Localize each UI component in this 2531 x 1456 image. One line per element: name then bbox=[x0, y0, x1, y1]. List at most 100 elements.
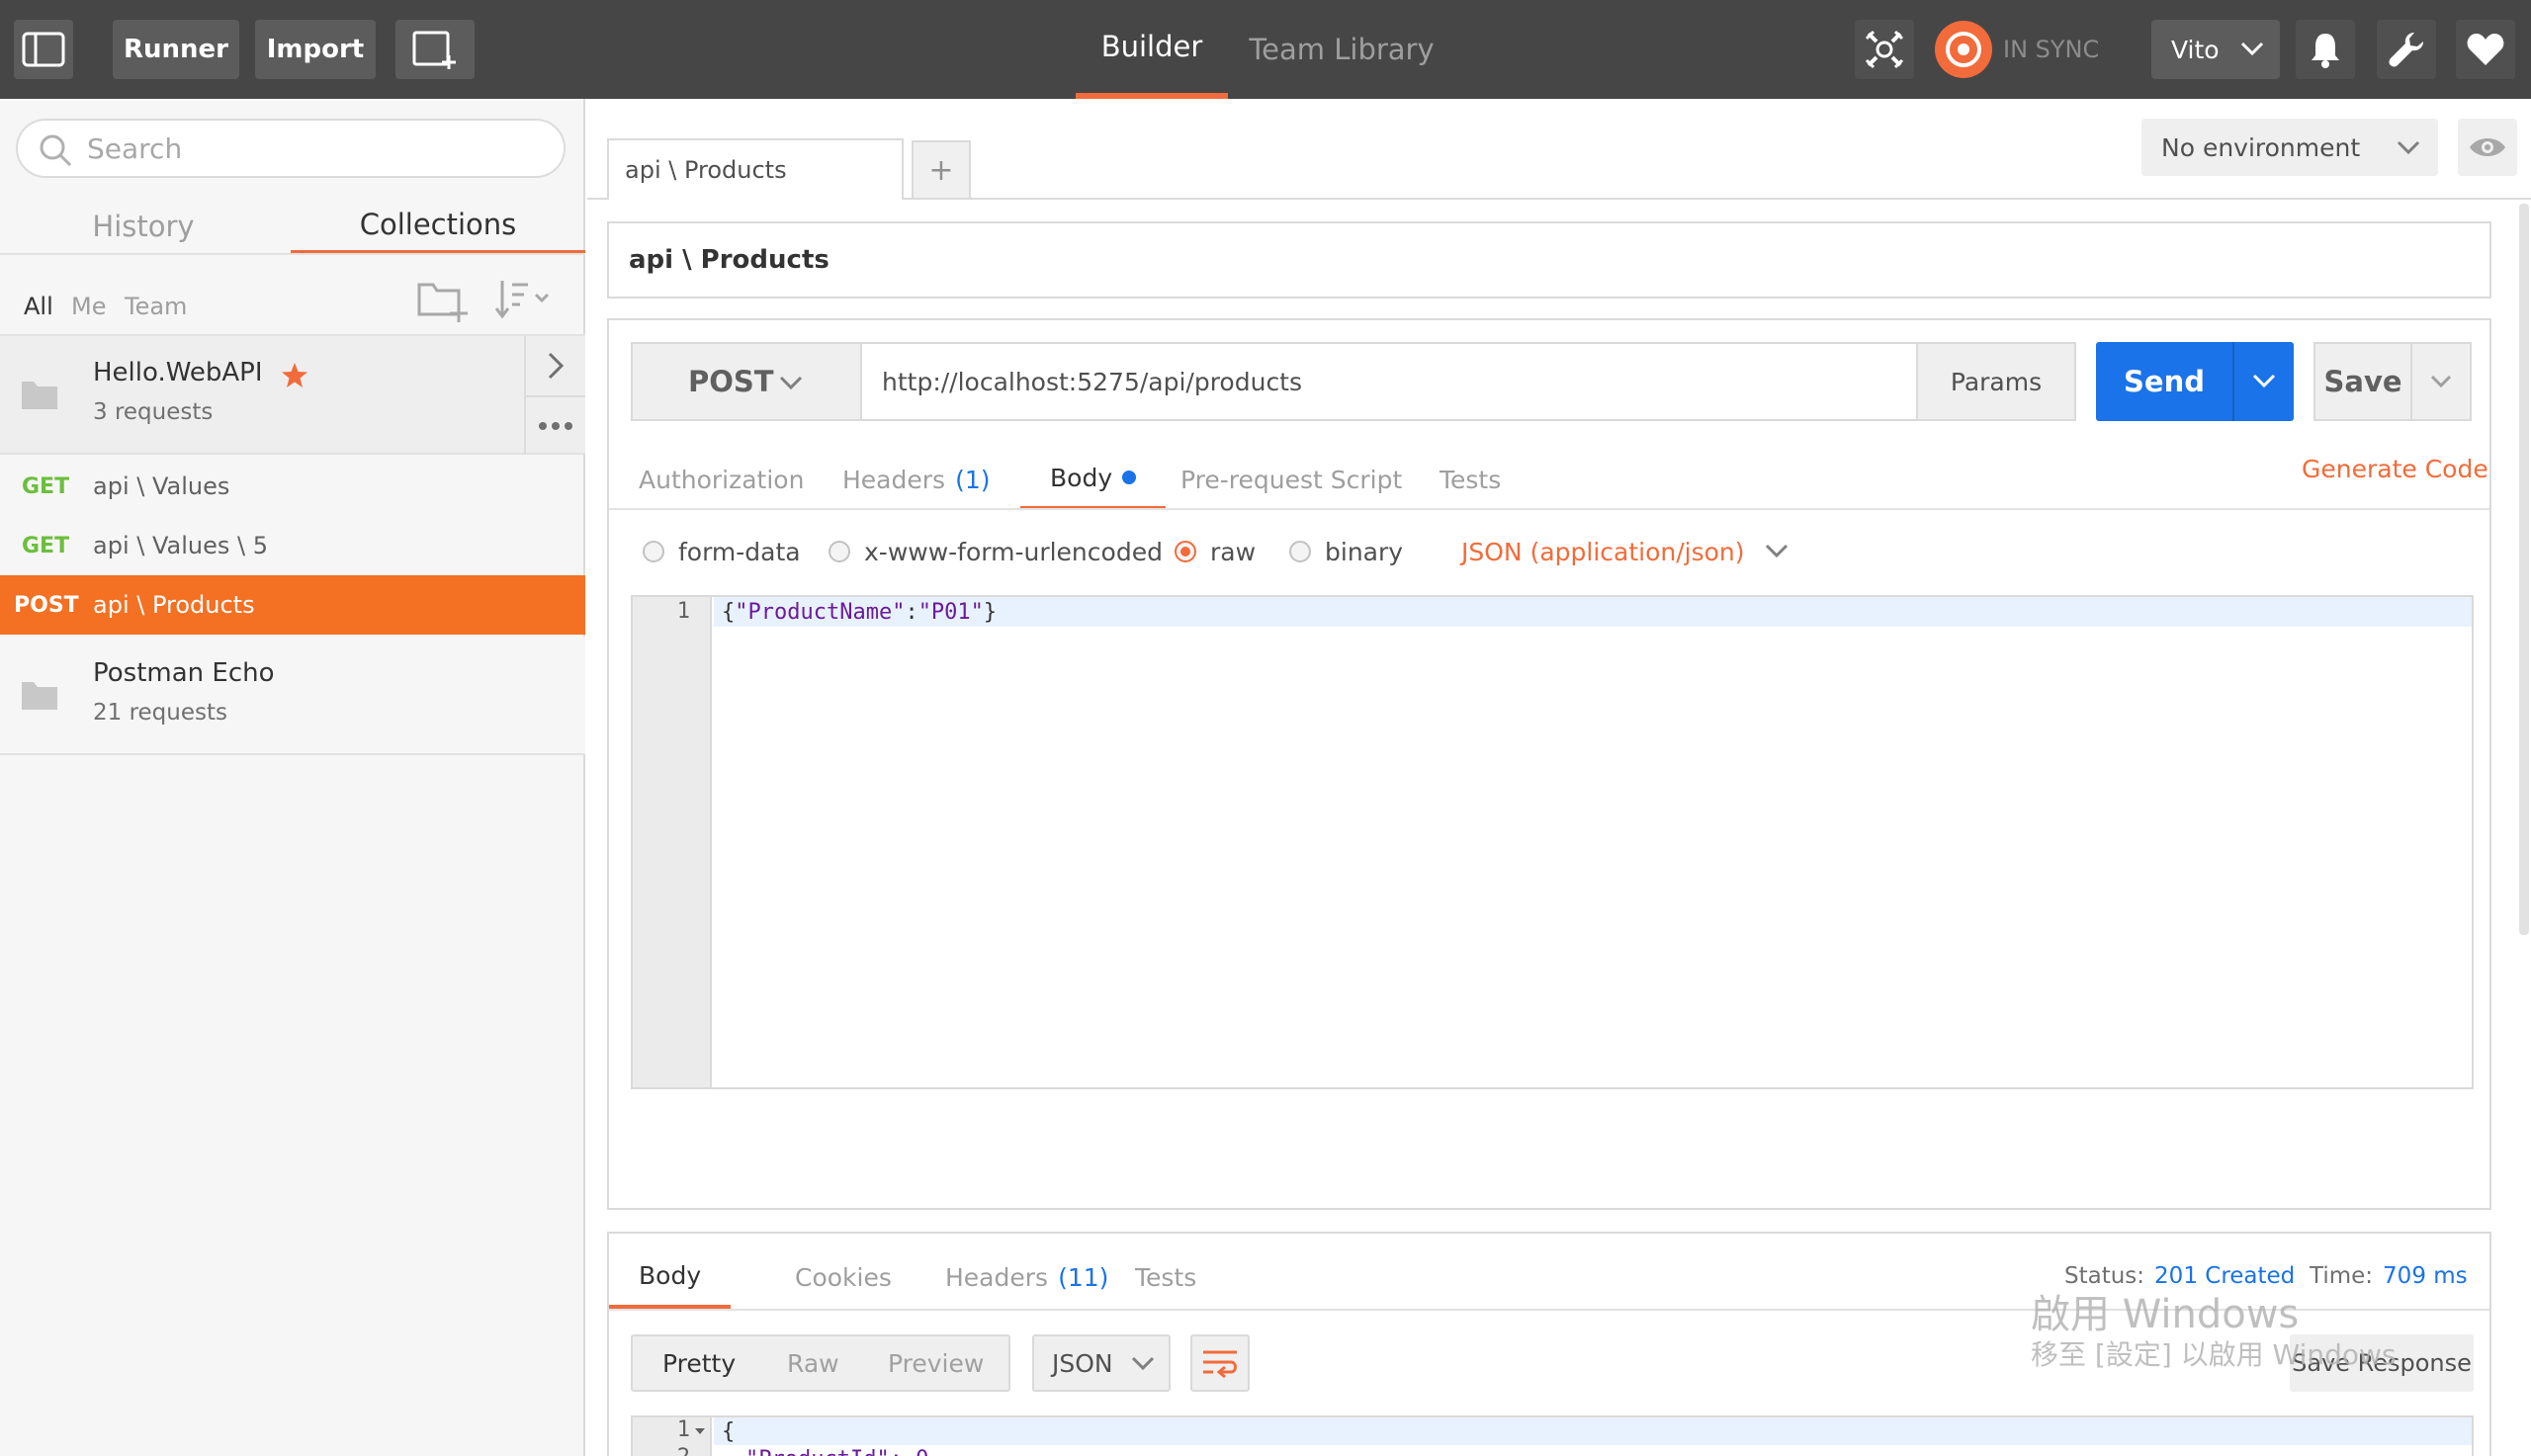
favorite-button[interactable] bbox=[2456, 20, 2515, 79]
collection-more-button[interactable] bbox=[526, 397, 585, 455]
send-button[interactable]: Send bbox=[2096, 342, 2232, 421]
response-editor[interactable]: 1 2 { "ProductId": 0, bbox=[631, 1415, 2474, 1456]
code-brace: } bbox=[983, 599, 998, 625]
code-brace: { bbox=[722, 599, 736, 625]
headers-count: (11) bbox=[1058, 1262, 1109, 1292]
method-select[interactable]: POST bbox=[631, 342, 860, 421]
collection-hello-webapi[interactable]: Hello.WebAPI 3 requests bbox=[0, 336, 585, 455]
notifications-button[interactable] bbox=[2296, 20, 2355, 79]
tab-label: Body bbox=[1050, 463, 1113, 492]
response-tab-headers[interactable]: Headers (11) bbox=[945, 1245, 1108, 1309]
radio-label: raw bbox=[1210, 537, 1257, 566]
save-options-button[interactable] bbox=[2410, 342, 2472, 421]
new-collection-button[interactable] bbox=[415, 275, 471, 330]
view-raw[interactable]: Raw bbox=[787, 1336, 839, 1390]
request-builder: POST http://localhost:5275/api/products … bbox=[607, 318, 2491, 1210]
runner-button[interactable]: Runner bbox=[113, 20, 239, 79]
chevron-right-icon bbox=[548, 352, 565, 380]
import-button[interactable]: Import bbox=[255, 20, 376, 79]
environment-value: No environment bbox=[2161, 132, 2361, 162]
code-line: "ProductId": 0, bbox=[745, 1445, 942, 1456]
fold-arrow-icon[interactable] bbox=[694, 1427, 706, 1435]
sync-icon bbox=[1935, 21, 1992, 78]
tab-headers[interactable]: Headers (1) bbox=[842, 449, 990, 510]
new-tab-button[interactable] bbox=[395, 20, 475, 79]
filter-all[interactable]: All bbox=[24, 287, 53, 326]
code-value: "P01" bbox=[917, 599, 984, 625]
response-time: Time: 709 ms bbox=[2310, 1263, 2468, 1289]
user-menu[interactable]: Vito bbox=[2151, 20, 2280, 79]
request-get-values[interactable]: GET api \ Values bbox=[0, 457, 585, 516]
response-tab-tests[interactable]: Tests bbox=[1135, 1245, 1196, 1309]
params-button[interactable]: Params bbox=[1916, 342, 2076, 421]
new-window-icon bbox=[412, 31, 456, 69]
radio-urlencoded[interactable]: x-www-form-urlencoded bbox=[829, 532, 1163, 571]
sidebar-toggle-button[interactable] bbox=[14, 20, 73, 79]
sync-button[interactable] bbox=[1934, 20, 1993, 79]
search-input[interactable]: Search bbox=[16, 119, 566, 178]
save-button[interactable]: Save bbox=[2313, 342, 2410, 421]
response-tab-body[interactable]: Body bbox=[609, 1245, 732, 1309]
filter-team[interactable]: Team bbox=[125, 287, 187, 326]
watermark-line-2: 移至 [設定] 以啟用 Windows bbox=[2031, 1338, 2397, 1371]
view-preview[interactable]: Preview bbox=[888, 1336, 984, 1390]
request-name: api \ Values bbox=[93, 472, 230, 500]
request-name-header[interactable]: api \ Products bbox=[607, 221, 2491, 299]
collection-postman-echo[interactable]: Postman Echo 21 requests bbox=[0, 637, 585, 755]
expand-collection-button[interactable] bbox=[526, 336, 585, 395]
tab-collections[interactable]: Collections bbox=[291, 198, 585, 255]
code-key: "ProductId": 0, bbox=[745, 1447, 942, 1456]
windows-activation-watermark: 啟用 Windows 移至 [設定] 以啟用 Windows bbox=[2031, 1291, 2397, 1372]
tab-pre-request-script[interactable]: Pre-request Script bbox=[1180, 449, 1402, 510]
sort-icon bbox=[494, 281, 550, 319]
content-type-select[interactable]: JSON (application/json) bbox=[1461, 532, 1789, 571]
settings-button[interactable] bbox=[2377, 20, 2436, 79]
request-get-values-5[interactable]: GET api \ Values \ 5 bbox=[0, 516, 585, 575]
main-scrollbar[interactable] bbox=[2519, 204, 2529, 935]
generate-code-link[interactable]: Generate Code bbox=[2302, 455, 2488, 483]
radio-form-data[interactable]: form-data bbox=[643, 532, 801, 571]
radio-raw[interactable]: raw bbox=[1175, 532, 1256, 571]
sort-button[interactable] bbox=[494, 277, 554, 326]
environment-select[interactable]: No environment bbox=[2141, 119, 2438, 176]
request-tab[interactable]: api \ Products bbox=[607, 138, 904, 200]
url-input[interactable]: http://localhost:5275/api/products bbox=[860, 342, 1918, 421]
environment-quick-look-button[interactable] bbox=[2458, 119, 2517, 176]
filter-me[interactable]: Me bbox=[71, 287, 106, 326]
collection-count: 3 requests bbox=[93, 399, 214, 425]
radio-binary[interactable]: binary bbox=[1289, 532, 1403, 571]
tab-team-library[interactable]: Team Library bbox=[1248, 0, 1436, 99]
response-format-select[interactable]: JSON bbox=[1032, 1334, 1171, 1392]
request-name: api \ Values \ 5 bbox=[93, 532, 268, 559]
view-pretty[interactable]: Pretty bbox=[662, 1336, 736, 1390]
tab-label: Authorization bbox=[639, 465, 805, 494]
interceptor-button[interactable] bbox=[1855, 20, 1914, 79]
wrap-lines-button[interactable] bbox=[1190, 1334, 1250, 1392]
editor-gutter: 1 bbox=[633, 597, 712, 1087]
satellite-icon bbox=[1865, 30, 1904, 69]
request-method: POST bbox=[14, 592, 79, 618]
main-panel: api \ Products + No environment api \ Pr… bbox=[587, 99, 2531, 1456]
request-name: api \ Products bbox=[93, 591, 255, 619]
active-line-highlight bbox=[714, 1417, 2472, 1445]
radio-circle bbox=[643, 541, 664, 562]
collection-name: Postman Echo bbox=[93, 658, 275, 688]
body-editor[interactable]: 1 { "ProductName" : "P01" } bbox=[631, 595, 2474, 1089]
headers-count: (1) bbox=[955, 465, 991, 494]
tab-authorization[interactable]: Authorization bbox=[639, 449, 804, 510]
star-icon[interactable] bbox=[281, 362, 308, 389]
tab-builder[interactable]: Builder bbox=[1076, 0, 1228, 99]
code-key: "ProductName" bbox=[735, 599, 906, 625]
send-options-button[interactable] bbox=[2232, 342, 2294, 421]
tab-tests[interactable]: Tests bbox=[1440, 449, 1501, 510]
add-tab-button[interactable]: + bbox=[912, 140, 971, 200]
subtabs-divider bbox=[609, 508, 2489, 510]
heart-icon bbox=[2467, 34, 2504, 65]
tab-history[interactable]: History bbox=[0, 198, 287, 255]
response-status: Status: 201 Created bbox=[2064, 1263, 2295, 1289]
request-post-products[interactable]: POST api \ Products bbox=[0, 575, 585, 635]
chevron-down-icon bbox=[2397, 140, 2420, 155]
tab-body[interactable]: Body bbox=[1020, 449, 1167, 510]
sidebar-toggle-icon bbox=[22, 32, 65, 67]
response-tab-cookies[interactable]: Cookies bbox=[795, 1245, 892, 1309]
